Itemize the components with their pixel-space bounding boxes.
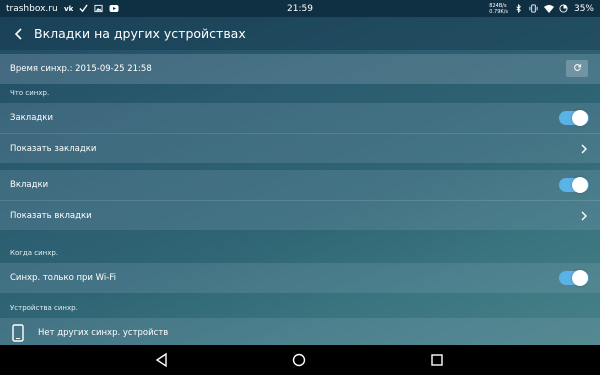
status-right: 824B/s 0.79K/s 35% (489, 3, 594, 15)
toggle-knob (572, 177, 588, 193)
tabs-row[interactable]: Вкладки (0, 170, 600, 200)
wifi-only-row[interactable]: Синхр. только при Wi-Fi (0, 263, 600, 293)
wifi-icon (543, 4, 554, 13)
back-triangle-icon[interactable] (154, 352, 170, 368)
battery-icon (559, 4, 568, 13)
speed-up: 824B/s (489, 2, 507, 9)
bookmarks-group: Закладки Показать закладки (0, 103, 600, 163)
status-bar: trashbox.ru vk 21:59 824B/s 0.79K/s 35% (0, 0, 600, 17)
wifi-only-label: Синхр. только при Wi-Fi (10, 273, 116, 283)
battery-level: 35% (573, 3, 594, 14)
tabs-label: Вкладки (10, 180, 49, 190)
back-arrow-icon[interactable] (10, 25, 28, 43)
no-devices-row: Нет других синхр. устройств (0, 318, 600, 348)
section-what-sync: Что синхр. (10, 89, 50, 97)
tabs-group: Вкладки Показать вкладки (0, 170, 600, 230)
devices-group: Нет других синхр. устройств (0, 318, 600, 345)
refresh-icon (573, 63, 582, 75)
home-circle-icon[interactable] (291, 352, 307, 368)
show-tabs-label: Показать вкладки (10, 210, 92, 221)
vibrate-icon (529, 4, 538, 13)
show-bookmarks-row[interactable]: Показать закладки (0, 133, 600, 163)
bluetooth-icon (514, 3, 523, 14)
sync-time-card: Время синхр.: 2015-09-25 21:58 (0, 54, 600, 84)
toggle-knob (572, 110, 588, 126)
chevron-right-icon (580, 144, 588, 154)
refresh-button[interactable] (566, 60, 588, 77)
page-title: Вкладки на других устройствах (34, 26, 246, 41)
speed-down: 0.79K/s (489, 8, 508, 15)
section-devices: Устройства синхр. (10, 304, 78, 312)
bookmarks-row[interactable]: Закладки (0, 103, 600, 133)
wifi-group: Синхр. только при Wi-Fi (0, 263, 600, 293)
phone-icon (12, 324, 26, 342)
recents-square-icon[interactable] (429, 352, 445, 368)
app-bar: Вкладки на других устройствах (0, 17, 600, 50)
chevron-right-icon (580, 211, 588, 221)
sync-time-text: Время синхр.: 2015-09-25 21:58 (10, 64, 152, 74)
bookmarks-toggle[interactable] (559, 110, 589, 126)
bookmarks-label: Закладки (10, 113, 53, 123)
section-when-sync: Когда синхр. (10, 249, 59, 257)
screen: trashbox.ru vk 21:59 824B/s 0.79K/s 35% … (0, 0, 600, 375)
nav-bar (0, 345, 600, 375)
show-tabs-row[interactable]: Показать вкладки (0, 200, 600, 230)
toggle-knob (572, 270, 588, 286)
network-speeds: 824B/s 0.79K/s (489, 3, 508, 15)
wifi-only-toggle[interactable] (559, 270, 589, 286)
show-bookmarks-label: Показать закладки (10, 143, 97, 154)
no-devices-label: Нет других синхр. устройств (38, 328, 169, 338)
tabs-toggle[interactable] (559, 177, 589, 193)
